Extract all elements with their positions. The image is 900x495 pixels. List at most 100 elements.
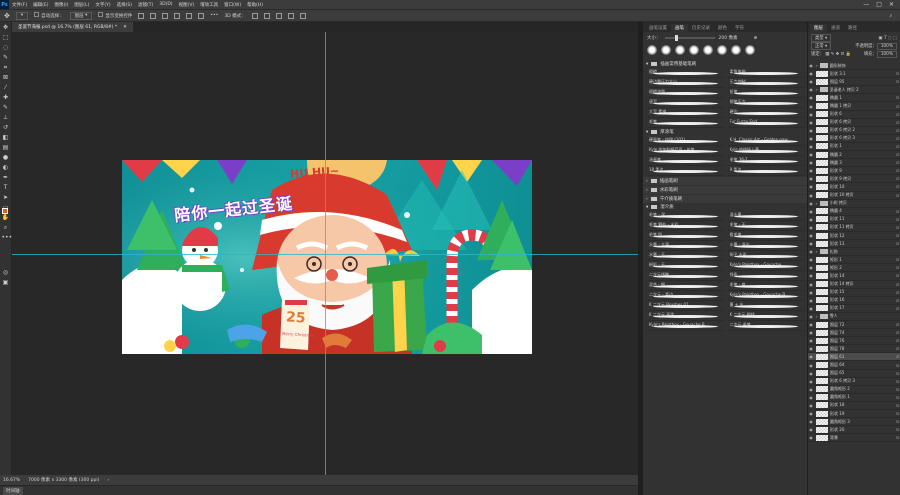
- visibility-eye-icon[interactable]: ◉: [808, 160, 814, 165]
- layer-row[interactable]: ◉ › 礼物: [808, 248, 900, 257]
- layer-row[interactable]: ◉ 形状 20 ⊡: [808, 426, 900, 435]
- brush-preset-icon[interactable]: [647, 45, 657, 55]
- layer-row[interactable]: ◉ 形状 17 ⊡: [808, 305, 900, 313]
- layer-row[interactable]: ◉ 形状 13 ⊡: [808, 240, 900, 249]
- disclosure-arrow-icon[interactable]: ›: [646, 188, 648, 193]
- slide-3d-icon[interactable]: [287, 12, 294, 19]
- brush-item[interactable]: 墨 + 水: [727, 301, 804, 311]
- visibility-eye-icon[interactable]: ◉: [808, 371, 814, 376]
- healing-brush-tool-icon[interactable]: ✚: [2, 94, 10, 101]
- layer-row[interactable]: ◉ 椭圆 3 ⊡: [808, 159, 900, 168]
- quick-select-tool-icon[interactable]: ✎: [2, 54, 10, 61]
- brush-item[interactable]: 二次元 - 柔边: [647, 291, 724, 301]
- menu-item[interactable]: 编辑(E): [30, 2, 51, 8]
- brush-item[interactable]: K.H. Classic Art - Golden paw: [727, 136, 804, 146]
- menu-item[interactable]: 增效工具: [197, 2, 221, 8]
- visibility-eye-icon[interactable]: ◉: [808, 79, 814, 84]
- auto-select-dropdown[interactable]: 图层 ▾: [69, 11, 93, 20]
- hand-tool-icon[interactable]: ✋: [2, 214, 10, 221]
- layer-row[interactable]: ◉ 圆角矩形 1 ⊡: [808, 394, 900, 402]
- disclosure-arrow-icon[interactable]: ▾: [646, 62, 648, 67]
- brush-preset-icon[interactable]: [675, 45, 685, 55]
- brush-item[interactable]: Kyle 的终极上墨: [727, 146, 804, 156]
- align-top-icon[interactable]: [174, 12, 181, 19]
- layers-panel-tab[interactable]: 图层: [810, 24, 827, 32]
- visibility-eye-icon[interactable]: ◉: [808, 233, 814, 238]
- visibility-eye-icon[interactable]: ◉: [808, 112, 814, 117]
- menu-item[interactable]: 文字(Y): [92, 2, 113, 8]
- brush-item[interactable]: 二次元线稿: [647, 271, 724, 281]
- crop-tool-icon[interactable]: ⌗: [2, 64, 10, 71]
- close-tab-icon[interactable]: ✕: [123, 25, 127, 30]
- menu-item[interactable]: 文件(F): [9, 2, 30, 8]
- dodge-tool-icon[interactable]: ◐: [2, 164, 10, 171]
- brush-preset-icon[interactable]: [703, 45, 713, 55]
- brush-item[interactable]: 毛笔 颗粒 - 水彩: [647, 221, 724, 231]
- brush-item[interactable]: 线条: [727, 271, 804, 281]
- brush-item[interactable]: 毛笔 - 扁: [727, 281, 804, 291]
- brush-item[interactable]: 粗糙流量: [647, 88, 724, 98]
- screen-mode-icon[interactable]: ▣: [2, 279, 10, 286]
- brush-item[interactable]: Kyle 的加利福尼亚 - 炭笔: [647, 146, 724, 156]
- marquee-tool-icon[interactable]: ⬚: [2, 34, 10, 41]
- brush-item[interactable]: K 二次元 平涂: [647, 311, 724, 321]
- visibility-eye-icon[interactable]: ◉: [808, 95, 814, 100]
- brush-item[interactable]: 铅笔: [727, 88, 804, 98]
- disclosure-arrow-icon[interactable]: ▾: [646, 205, 648, 210]
- disclosure-arrow-icon[interactable]: ›: [816, 201, 818, 206]
- visibility-eye-icon[interactable]: ◉: [808, 338, 814, 343]
- menu-item[interactable]: 图像(I): [51, 2, 71, 8]
- layer-row[interactable]: ◉ 形状 10 拷贝 ⊡: [808, 192, 900, 200]
- layer-row[interactable]: ◉ 形状 6 拷贝 ⊡: [808, 119, 900, 127]
- brush-preset-icon[interactable]: [731, 45, 741, 55]
- disclosure-arrow-icon[interactable]: ▾: [646, 130, 648, 135]
- disclosure-arrow-icon[interactable]: ›: [816, 87, 818, 92]
- visibility-eye-icon[interactable]: ◉: [808, 298, 814, 303]
- brush-item[interactable]: 毛笔 - 湿: [647, 211, 724, 221]
- layer-kind-filter[interactable]: 类型 ▾: [811, 34, 832, 42]
- eraser-tool-icon[interactable]: ◧: [2, 134, 10, 141]
- layer-row[interactable]: ◉ 形状 16 ⊡: [808, 297, 900, 305]
- brush-preset-icon[interactable]: [745, 45, 755, 55]
- visibility-eye-icon[interactable]: ◉: [808, 184, 814, 189]
- photoshop-logo[interactable]: Ps: [0, 0, 9, 9]
- visibility-eye-icon[interactable]: ◉: [808, 249, 814, 254]
- layer-row[interactable]: ◉ 椭圆 4 ⊡: [808, 208, 900, 216]
- show-transform-checkbox[interactable]: 显示变换控件: [98, 12, 132, 19]
- lasso-tool-icon[interactable]: ◌: [2, 44, 10, 51]
- visibility-eye-icon[interactable]: ◉: [808, 176, 814, 181]
- align-left-icon[interactable]: [138, 12, 145, 19]
- visibility-eye-icon[interactable]: ◉: [808, 193, 814, 198]
- visibility-eye-icon[interactable]: ◉: [808, 241, 814, 246]
- layer-row[interactable]: ◉ 椭圆 2 ⊡: [808, 151, 900, 160]
- search-icon[interactable]: ⌕: [889, 13, 892, 19]
- christmas-poster-artwork[interactable]: 陪你一起过圣诞 HU HU~ 25 Merry Christmas: [122, 160, 532, 354]
- filter-icons[interactable]: ▣ T ◌ ⬚: [878, 36, 897, 41]
- brush-item[interactable]: Kyle's Paintbox - Gouache B: [727, 291, 804, 301]
- more-tools-icon[interactable]: •••: [2, 234, 13, 241]
- brush-preset-icon[interactable]: [717, 45, 727, 55]
- layer-row[interactable]: ◉ 图层 76 ⊡: [808, 337, 900, 346]
- layer-row[interactable]: ◉ 图层 64 ⊡: [808, 361, 900, 370]
- brush-panel-tab[interactable]: 颜色: [714, 24, 731, 32]
- layer-row[interactable]: ◉ 图层 78 ⊡: [808, 345, 900, 354]
- layer-row[interactable]: ◉ 形状 11 ⊡: [808, 216, 900, 224]
- visibility-eye-icon[interactable]: ◉: [808, 273, 814, 278]
- layer-row[interactable]: ◉ 形状 12 ⊡: [808, 232, 900, 241]
- visibility-eye-icon[interactable]: ◉: [808, 144, 814, 149]
- maximize-button[interactable]: □: [876, 1, 882, 8]
- brush-size-slider[interactable]: [664, 35, 715, 41]
- opacity-value[interactable]: 100%: [876, 43, 897, 50]
- visibility-eye-icon[interactable]: ◉: [808, 354, 814, 359]
- tool-preset-picker[interactable]: ▾: [15, 11, 29, 20]
- menu-item[interactable]: 视图(V): [176, 2, 198, 8]
- zoom-level[interactable]: 16.67%: [3, 478, 20, 483]
- brush-item[interactable]: 刷子 水彩: [727, 251, 804, 261]
- brush-item[interactable]: 粉彩 - 干: [647, 261, 724, 271]
- roll-3d-icon[interactable]: [263, 12, 270, 19]
- visibility-eye-icon[interactable]: ◉: [808, 435, 814, 440]
- visibility-eye-icon[interactable]: ◉: [808, 71, 814, 76]
- brush-item[interactable]: 柔角笔刷: [727, 68, 804, 78]
- document-tab[interactable]: 圣诞节海报.psd @ 16.7% (图层 61, RGB/8#) * ✕: [12, 22, 133, 32]
- brush-item[interactable]: Kyle's Paintbox - Gouache B...: [647, 321, 724, 331]
